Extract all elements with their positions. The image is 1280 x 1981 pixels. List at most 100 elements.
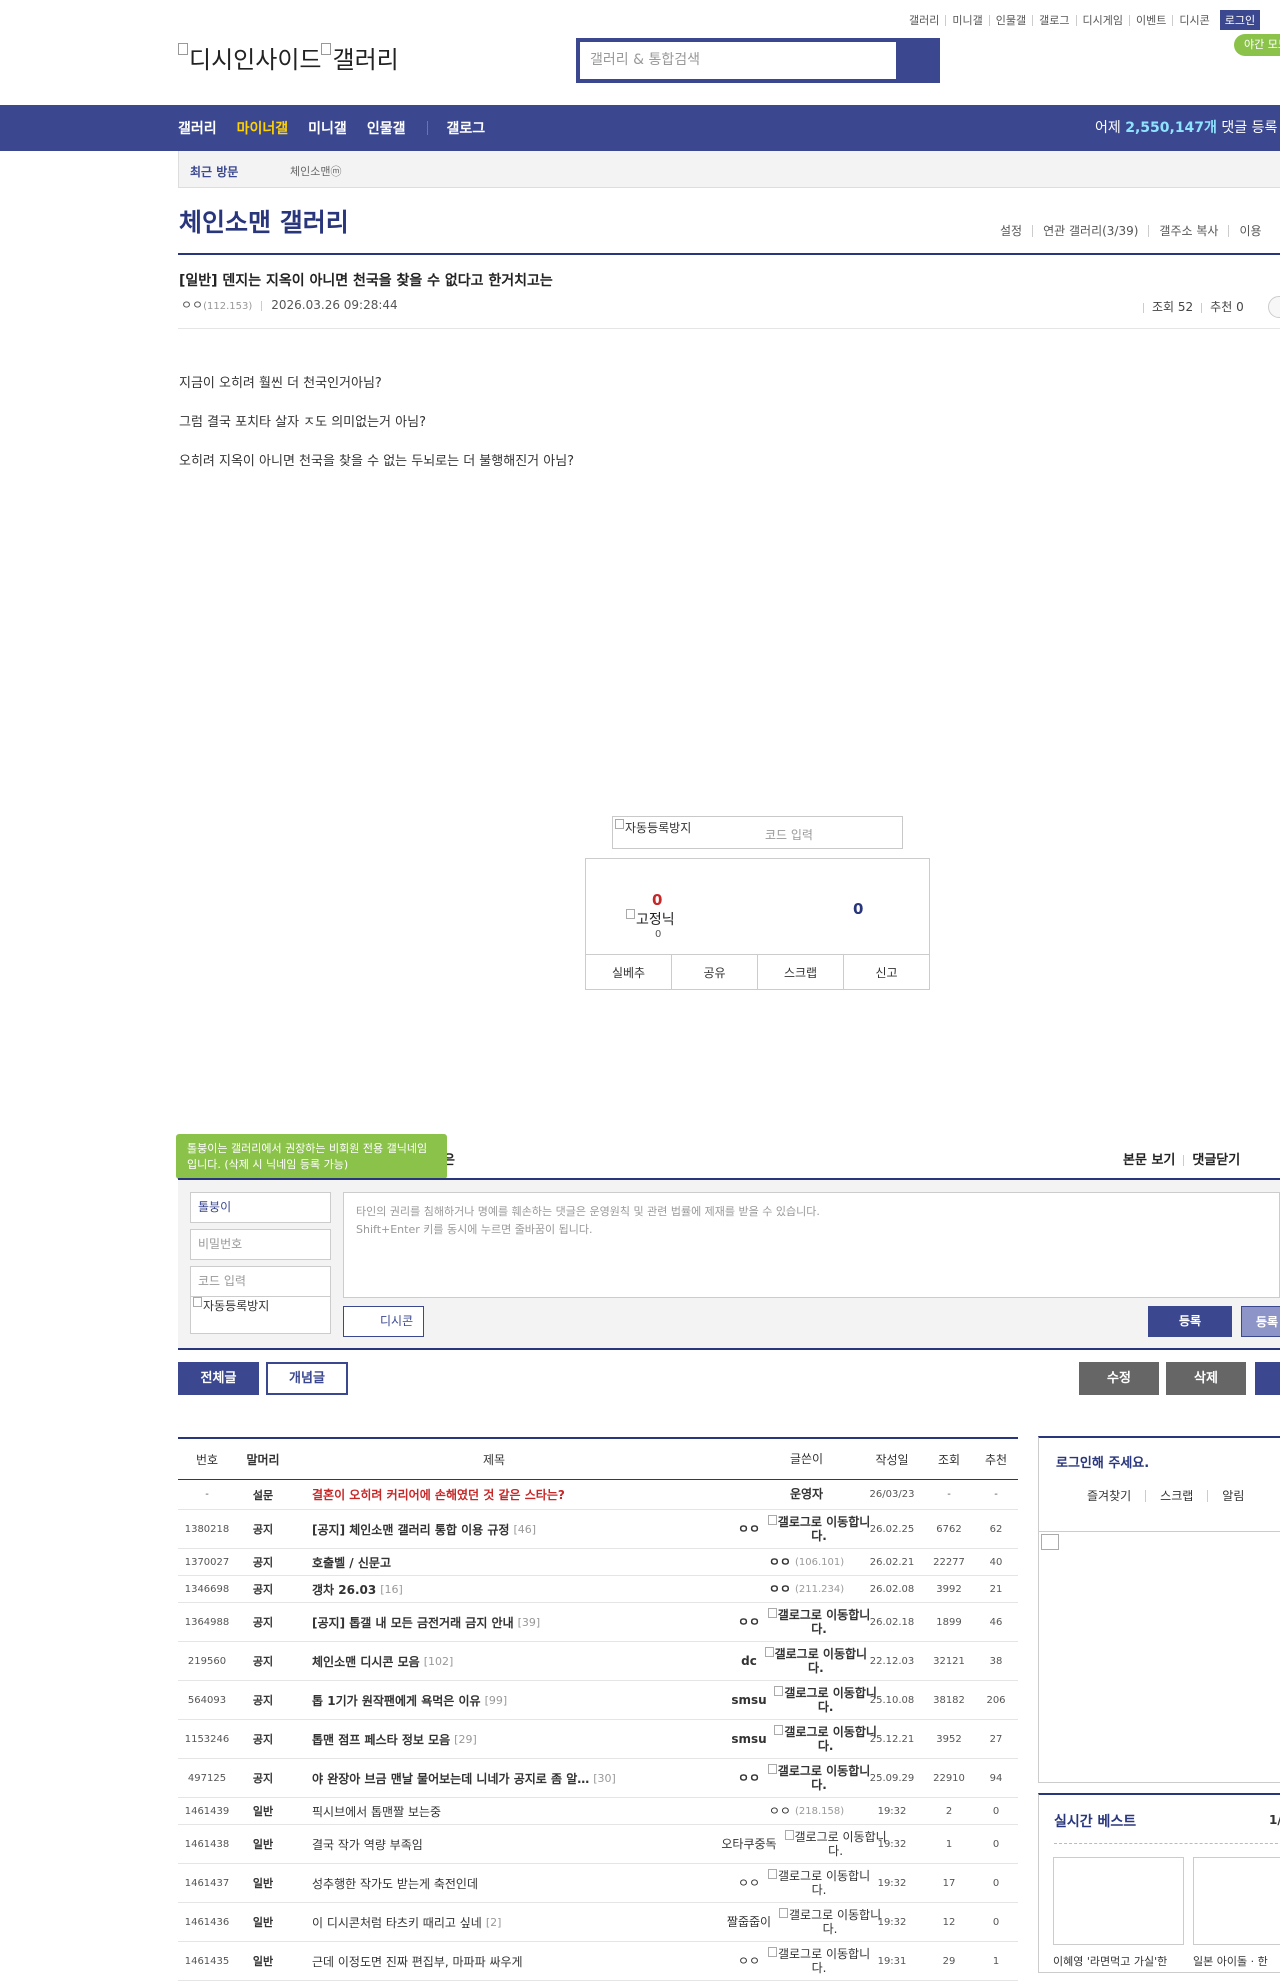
comment-textarea[interactable]: 타인의 권리를 침해하거나 명예를 훼손하는 댓글은 운영원칙 및 관련 법률에… [343,1192,1280,1298]
topnav-dccon-link[interactable]: 디시콘 [1172,14,1215,26]
table-row[interactable]: 1153246 공지 톱맨 점프 페스타 정보 모음 [29] smsu 갤로그로 이동합… [178,1720,1018,1759]
best-caption[interactable]: 일본 아이돌 · 한 [1193,1953,1268,1969]
recommend-up-count[interactable]: 0 [652,891,662,909]
sidebar-ad-banner[interactable] [1038,1531,1280,1783]
row-title[interactable]: 톱맨 점프 페스타 정보 모음 [312,1731,450,1748]
row-title[interactable]: [공지] 체인소맨 갤러리 통합 이용 규정 [312,1521,509,1538]
post-share-button[interactable] [1268,296,1280,318]
row-title[interactable]: 근데 이정도면 진짜 편집부, 마파파 싸우게 [312,1953,523,1970]
fixed-nick-recommend[interactable]: 고정닉 [626,909,675,929]
row-comment-count[interactable]: [99] [485,1694,508,1707]
comment-register-button[interactable]: 등록 [1148,1306,1232,1337]
recent-visit-label[interactable]: 최근 방문 [190,163,238,180]
best-thumbnail[interactable] [1053,1857,1184,1945]
row-title[interactable]: 갱차 26.03 [312,1581,376,1598]
gallery-settings-link[interactable]: 설정 [990,225,1032,237]
dccon-button[interactable]: 디시콘 [343,1306,424,1337]
table-row[interactable]: 1380218 공지 [공지] 체인소맨 갤러리 통합 이용 규정 [46] ㅇㅇ 갤로그… [178,1510,1018,1549]
row-comment-count[interactable]: [46] [513,1523,536,1536]
scrap-link[interactable]: 스크랩 [1145,1490,1207,1502]
best-caption[interactable]: 이혜영 '라면먹고 가실'한 [1053,1953,1167,1969]
nav-gallog[interactable]: 갤로그 [446,118,485,138]
row-title-cell[interactable]: 픽시브에서 톱맨짤 보는중 [312,1798,762,1824]
usage-link[interactable]: 이용 [1228,225,1271,237]
row-writer-name[interactable]: ㅇㅇ [738,1522,760,1537]
write-button[interactable] [1255,1362,1280,1395]
table-row[interactable]: 1346698 공지 갱차 26.03 [16] ㅇㅇ (211.234) 26.02.08… [178,1576,1018,1603]
best-thumbnail[interactable] [1193,1857,1280,1945]
nav-gallery[interactable]: 갤러리 [178,118,217,138]
nav-minor-gallery[interactable]: 마이너갤 [237,118,289,138]
nav-person-gallery[interactable]: 인물갤 [367,118,406,138]
table-row[interactable]: 1461435 일반 근데 이정도면 진짜 편집부, 마파파 싸우게 ㅇㅇ 갤로그로 이… [178,1942,1018,1981]
row-comment-count[interactable]: [29] [454,1733,477,1746]
row-writer-name[interactable]: smsu [731,1732,766,1747]
share-button[interactable]: 공유 [671,955,757,990]
row-writer-name[interactable]: 짤줍줍이 [727,1915,771,1930]
row-writer-name[interactable]: ㅇㅇ [738,1954,760,1969]
all-posts-button[interactable]: 전체글 [178,1362,259,1395]
row-title[interactable]: 호출벨 / 신문고 [312,1554,391,1571]
row-writer-name[interactable]: 오타쿠중독 [721,1837,776,1852]
topnav-minigallery-link[interactable]: 미니갤 [945,14,988,26]
row-writer-name[interactable]: smsu [731,1693,766,1708]
row-title-cell[interactable]: 성추행한 작가도 받는게 축전인데 [312,1864,762,1902]
comment-password-field[interactable]: 비밀번호 [190,1229,331,1260]
realtime-best-button[interactable]: 실베추 [586,955,671,990]
topnav-event-link[interactable]: 이벤트 [1128,14,1172,26]
table-row[interactable]: 1461439 일반 픽시브에서 톱맨짤 보는중 ㅇㅇ (218.158) 19:32 2 0 [178,1798,1018,1825]
row-title[interactable]: 체인소맨 디시콘 모음 [312,1653,420,1670]
view-body-link[interactable]: 본문 보기 [1123,1153,1175,1168]
row-comment-count[interactable]: [16] [380,1583,403,1596]
table-row[interactable]: 1461436 일반 이 디시콘처럼 타츠키 때리고 싶네 [2] 짤줍줍이 갤로그로 이… [178,1903,1018,1942]
nav-mini-gallery[interactable]: 미니갤 [308,118,347,138]
row-comment-count[interactable]: [102] [424,1655,454,1668]
concept-posts-button[interactable]: 개념글 [266,1362,348,1395]
row-title[interactable]: 결국 작가 역량 부족임 [312,1836,423,1853]
report-button[interactable]: 신고 [843,955,929,990]
row-writer-name[interactable]: ㅇㅇ [738,1771,760,1786]
row-writer-name[interactable]: ㅇㅇ [738,1876,760,1891]
recent-visit-item[interactable]: 체인소맨ⓜ [290,163,341,179]
night-mode-toggle[interactable]: 야간 모드 [1234,34,1280,56]
comment-captcha-field[interactable]: 코드 입력 [190,1266,331,1297]
post-author[interactable]: ㅇㅇ [181,298,203,312]
row-title[interactable]: 야 완장아 브금 맨날 물어보는데 니네가 공지로 좀 알… [312,1770,589,1787]
row-title-cell[interactable]: 톱맨 점프 페스타 정보 모음 [29] [312,1720,762,1758]
row-writer-name[interactable]: ㅇㅇ [738,1615,760,1630]
related-gallery-link[interactable]: 연관 갤러리(3/39) [1032,225,1148,237]
row-title-cell[interactable]: 결국 작가 역량 부족임 [312,1825,762,1863]
site-logo[interactable]: 디시인사이드 갤러리 [178,40,399,75]
topnav-gallery-link[interactable]: 갤러리 [903,15,945,26]
search-input[interactable]: 갤러리 & 통합검색 [579,41,897,80]
realtime-best-page[interactable]: 1/ [1269,1813,1280,1827]
row-writer-name[interactable]: ㅇㅇ [769,1804,791,1819]
table-row[interactable]: 1364988 공지 [공지] 톱갤 내 모든 금전거래 금지 안내 [39] ㅇㅇ 갤로… [178,1603,1018,1642]
row-title-cell[interactable]: 야 완장아 브금 맨날 물어보는데 니네가 공지로 좀 알… [30] [312,1759,762,1797]
login-prompt-title[interactable]: 로그인해 주세요. [1056,1452,1149,1471]
row-writer-name[interactable]: 운영자 [790,1487,823,1502]
row-writer-name[interactable]: ㅇㅇ [769,1582,791,1597]
recommend-down-count[interactable]: 0 [853,900,863,918]
topnav-dcgame-link[interactable]: 디시게임 [1075,14,1129,26]
row-title[interactable]: 결혼이 오히려 커리어에 손해였던 것 같은 스타는? [312,1486,565,1503]
row-writer-name[interactable]: ㅇㅇ [769,1555,791,1570]
table-row[interactable]: 1461437 일반 성추행한 작가도 받는게 축전인데 ㅇㅇ 갤로그로 이동합니다. 1… [178,1864,1018,1903]
row-comment-count[interactable]: [39] [518,1616,541,1629]
gallery-title[interactable]: 체인소맨 갤러리 [179,203,349,239]
topnav-person-gallery-link[interactable]: 인물갤 [988,14,1032,26]
comment-nickname-field[interactable]: 톨붕이 [190,1192,331,1223]
scrap-button[interactable]: 스크랩 [757,955,843,990]
row-title-cell[interactable]: 근데 이정도면 진짜 편집부, 마파파 싸우게 [312,1942,762,1980]
header-subject-head[interactable]: 말머리 [236,1439,290,1479]
row-title-cell[interactable]: 이 디시콘처럼 타츠키 때리고 싶네 [2] [312,1903,762,1941]
gallog-link[interactable]: 갤로그로 이동합니다. [760,1647,872,1675]
row-title-cell[interactable]: 호출벨 / 신문고 [312,1549,762,1575]
table-row[interactable]: 564093 공지 톱 1기가 원작팬에게 욕먹은 이유 [99] smsu 갤로그로 이… [178,1681,1018,1720]
row-title[interactable]: [공지] 톱갤 내 모든 금전거래 금지 안내 [312,1614,514,1631]
row-title[interactable]: 픽시브에서 톱맨짤 보는중 [312,1803,441,1820]
table-row[interactable]: 1370027 공지 호출벨 / 신문고 ㅇㅇ (106.101) 26.02.21 222… [178,1549,1018,1576]
captcha-code-input[interactable]: 코드 입력 [765,826,813,843]
copy-gallery-address-link[interactable]: 갤주소 복사 [1148,225,1228,237]
table-row[interactable]: 497125 공지 야 완장아 브금 맨날 물어보는데 니네가 공지로 좀 알… [3… [178,1759,1018,1798]
